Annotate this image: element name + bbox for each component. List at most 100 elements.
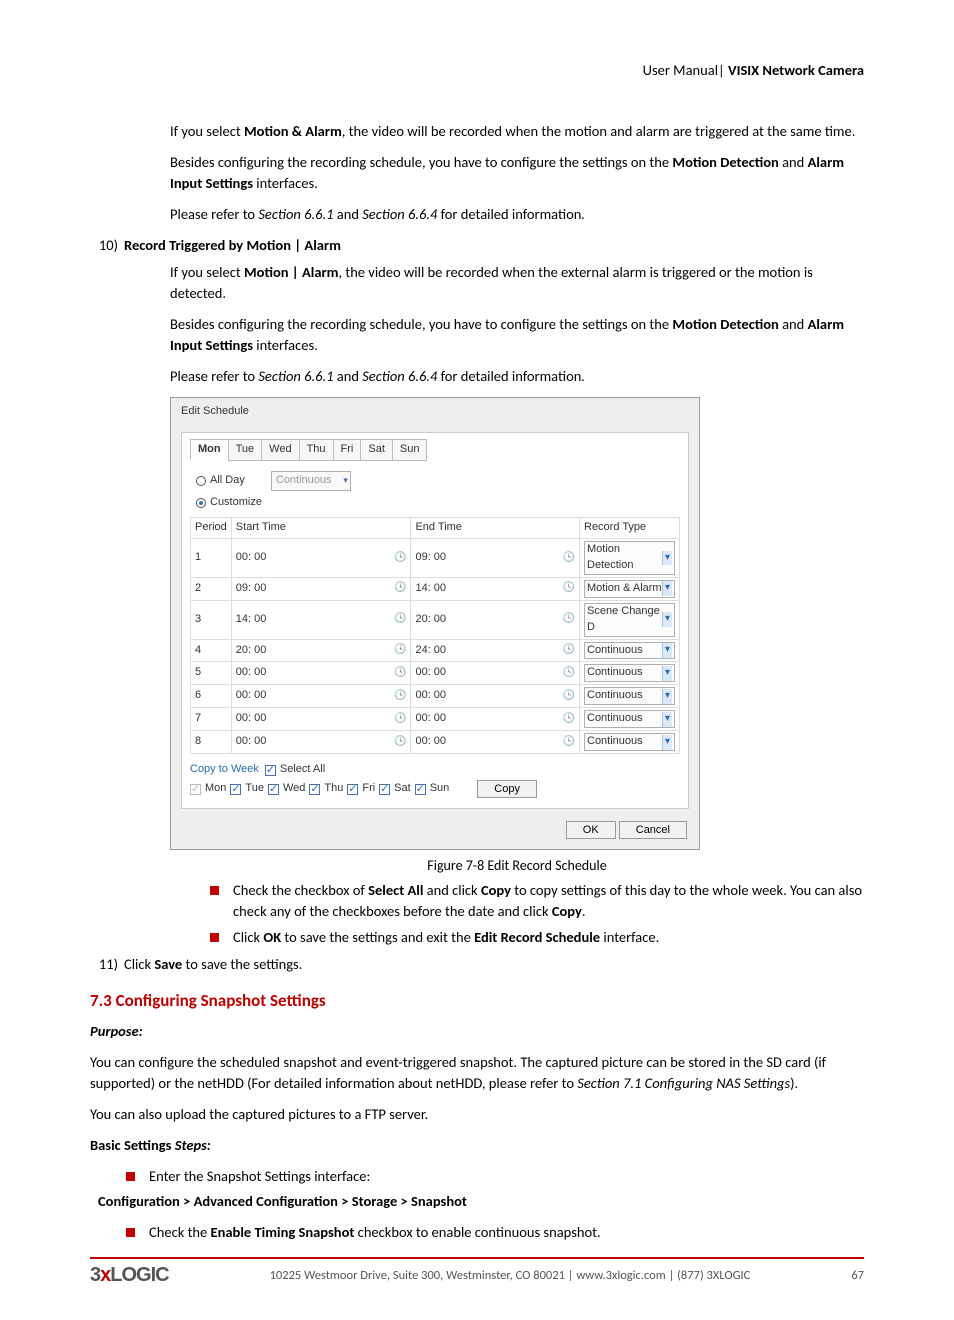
bullet-icon bbox=[210, 886, 219, 895]
chevron-down-icon[interactable]: ▾ bbox=[662, 643, 672, 658]
clock-icon[interactable]: 🕓 bbox=[563, 667, 575, 679]
radio-customize[interactable] bbox=[196, 498, 206, 508]
paragraph: If you select Motion | Alarm, the video … bbox=[170, 262, 864, 304]
cancel-button[interactable]: Cancel bbox=[619, 821, 687, 839]
end-time-cell[interactable]: 00: 00🕓 bbox=[411, 708, 580, 731]
select-all-label: Select All bbox=[280, 762, 325, 778]
tab-fri[interactable]: Fri bbox=[333, 439, 362, 461]
start-time-cell[interactable]: 09: 00🕓 bbox=[231, 577, 411, 600]
clock-icon[interactable]: 🕓 bbox=[394, 667, 406, 679]
tab-sun[interactable]: Sun bbox=[392, 439, 428, 461]
bullet-item: Check the checkbox of Select All and cli… bbox=[210, 880, 864, 922]
checkbox-wed[interactable] bbox=[268, 784, 279, 795]
start-time-cell[interactable]: 20: 00🕓 bbox=[231, 639, 411, 662]
record-type-cell[interactable]: Motion Detection▾ bbox=[580, 538, 680, 577]
paragraph: Please refer to Section 6.6.1 and Sectio… bbox=[170, 204, 864, 225]
table-row: 100: 00🕓09: 00🕓Motion Detection▾ bbox=[191, 538, 680, 577]
page-footer: 3xLOGIC 10225 Westmoor Drive, Suite 300,… bbox=[90, 1259, 864, 1290]
list-title: Record Triggered by Motion | Alarm bbox=[124, 235, 864, 256]
table-row: 600: 00🕓00: 00🕓Continuous▾ bbox=[191, 685, 680, 708]
bullet-icon bbox=[210, 933, 219, 942]
ok-button[interactable]: OK bbox=[566, 821, 616, 839]
checkbox-sat[interactable] bbox=[379, 784, 390, 795]
end-time-cell[interactable]: 00: 00🕓 bbox=[411, 662, 580, 685]
start-time-cell[interactable]: 14: 00🕓 bbox=[231, 600, 411, 639]
bullet-item: Enter the Snapshot Settings interface: bbox=[126, 1166, 864, 1187]
page-number: 67 bbox=[851, 1267, 864, 1285]
checkbox-fri[interactable] bbox=[347, 784, 358, 795]
chevron-down-icon[interactable]: ▾ bbox=[662, 581, 672, 596]
radio-all-day[interactable] bbox=[196, 476, 206, 486]
tab-tue[interactable]: Tue bbox=[228, 439, 263, 461]
chevron-down-icon[interactable]: ▾ bbox=[662, 712, 672, 727]
chevron-down-icon[interactable]: ▾ bbox=[662, 689, 672, 704]
start-time-cell[interactable]: 00: 00🕓 bbox=[231, 538, 411, 577]
customize-label: Customize bbox=[210, 495, 262, 511]
footer-address: 10225 Westmoor Drive, Suite 300, Westmin… bbox=[270, 1267, 751, 1285]
record-type-cell[interactable]: Continuous▾ bbox=[580, 708, 680, 731]
period-cell: 8 bbox=[191, 731, 232, 754]
clock-icon[interactable]: 🕓 bbox=[563, 713, 575, 725]
clock-icon[interactable]: 🕓 bbox=[563, 614, 575, 626]
checkbox-mon bbox=[190, 784, 201, 795]
list-number: 10) bbox=[90, 235, 124, 256]
tab-mon[interactable]: Mon bbox=[190, 439, 229, 461]
all-day-label: All Day bbox=[210, 473, 245, 489]
chevron-down-icon[interactable]: ▾ bbox=[662, 612, 672, 627]
start-time-cell[interactable]: 00: 00🕓 bbox=[231, 731, 411, 754]
clock-icon[interactable]: 🕓 bbox=[394, 552, 406, 564]
record-type-cell[interactable]: Scene Change D▾ bbox=[580, 600, 680, 639]
checkbox-sun[interactable] bbox=[415, 784, 426, 795]
clock-icon[interactable]: 🕓 bbox=[394, 736, 406, 748]
record-type-cell[interactable]: Continuous▾ bbox=[580, 639, 680, 662]
paragraph: Besides configuring the recording schedu… bbox=[170, 314, 864, 356]
end-time-cell[interactable]: 20: 00🕓 bbox=[411, 600, 580, 639]
period-cell: 2 bbox=[191, 577, 232, 600]
table-row: 420: 00🕓24: 00🕓Continuous▾ bbox=[191, 639, 680, 662]
col-type: Record Type bbox=[580, 517, 680, 538]
clock-icon[interactable]: 🕓 bbox=[563, 736, 575, 748]
header-sep: | bbox=[718, 61, 728, 79]
end-time-cell[interactable]: 09: 00🕓 bbox=[411, 538, 580, 577]
tab-wed[interactable]: Wed bbox=[261, 439, 299, 461]
checkbox-tue[interactable] bbox=[230, 784, 241, 795]
end-time-cell[interactable]: 00: 00🕓 bbox=[411, 731, 580, 754]
checkbox-thu[interactable] bbox=[309, 784, 320, 795]
clock-icon[interactable]: 🕓 bbox=[394, 583, 406, 595]
chevron-down-icon[interactable]: ▾ bbox=[662, 551, 672, 566]
start-time-cell[interactable]: 00: 00🕓 bbox=[231, 662, 411, 685]
clock-icon[interactable]: 🕓 bbox=[394, 690, 406, 702]
header-manual: User Manual bbox=[643, 61, 718, 79]
table-row: 314: 00🕓20: 00🕓Scene Change D▾ bbox=[191, 600, 680, 639]
clock-icon[interactable]: 🕓 bbox=[563, 552, 575, 564]
clock-icon[interactable]: 🕓 bbox=[563, 645, 575, 657]
paragraph: Please refer to Section 6.6.1 and Sectio… bbox=[170, 366, 864, 387]
paragraph: You can also upload the captured picture… bbox=[90, 1104, 864, 1125]
clock-icon[interactable]: 🕓 bbox=[394, 614, 406, 626]
chevron-down-icon[interactable]: ▾ bbox=[662, 666, 672, 681]
record-type-cell[interactable]: Continuous▾ bbox=[580, 662, 680, 685]
bullet-item: Click OK to save the settings and exit t… bbox=[210, 927, 864, 948]
all-day-type-dropdown: Continuous▾ bbox=[271, 471, 351, 491]
end-time-cell[interactable]: 14: 00🕓 bbox=[411, 577, 580, 600]
table-row: 700: 00🕓00: 00🕓Continuous▾ bbox=[191, 708, 680, 731]
clock-icon[interactable]: 🕓 bbox=[394, 645, 406, 657]
start-time-cell[interactable]: 00: 00🕓 bbox=[231, 708, 411, 731]
checkbox-select-all[interactable] bbox=[265, 765, 276, 776]
clock-icon[interactable]: 🕓 bbox=[563, 690, 575, 702]
copy-to-week-label: Copy to Week bbox=[190, 762, 259, 778]
tab-sat[interactable]: Sat bbox=[360, 439, 393, 461]
record-type-cell[interactable]: Continuous▾ bbox=[580, 685, 680, 708]
record-type-cell[interactable]: Continuous▾ bbox=[580, 731, 680, 754]
clock-icon[interactable]: 🕓 bbox=[563, 583, 575, 595]
tab-thu[interactable]: Thu bbox=[299, 439, 334, 461]
section-heading: 7.3 Configuring Snapshot Settings bbox=[90, 989, 864, 1014]
end-time-cell[interactable]: 00: 00🕓 bbox=[411, 685, 580, 708]
period-cell: 4 bbox=[191, 639, 232, 662]
chevron-down-icon[interactable]: ▾ bbox=[662, 735, 672, 750]
record-type-cell[interactable]: Motion & Alarm▾ bbox=[580, 577, 680, 600]
end-time-cell[interactable]: 24: 00🕓 bbox=[411, 639, 580, 662]
clock-icon[interactable]: 🕓 bbox=[394, 713, 406, 725]
start-time-cell[interactable]: 00: 00🕓 bbox=[231, 685, 411, 708]
copy-button[interactable]: Copy bbox=[477, 780, 537, 798]
